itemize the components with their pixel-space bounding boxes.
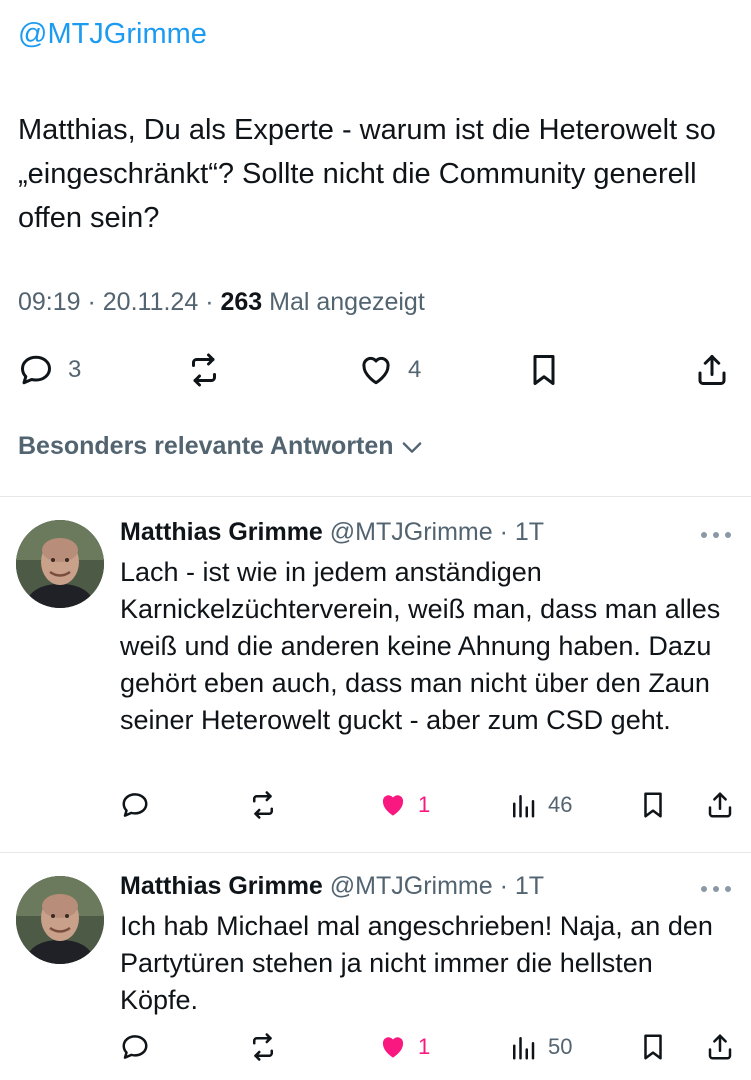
- bookmark-icon: [533, 355, 555, 385]
- view-count: 50: [548, 1034, 573, 1059]
- tweet-time[interactable]: 09:19: [18, 288, 81, 316]
- reply-icon: [122, 1035, 148, 1059]
- more-options-button[interactable]: [701, 884, 731, 894]
- avatar[interactable]: [16, 520, 104, 608]
- views-button[interactable]: 50: [508, 1032, 572, 1062]
- bookmark-button[interactable]: [638, 790, 668, 820]
- tweet-text: Matthias, Du als Experte - warum ist die…: [18, 114, 716, 234]
- like-count: 1: [418, 1034, 431, 1059]
- header-separator: ·: [492, 518, 515, 546]
- author-handle[interactable]: @MTJGrimme: [323, 872, 493, 900]
- reply-sort-selector[interactable]: Besonders relevante Antworten: [18, 432, 426, 461]
- chevron-down-icon: [402, 441, 421, 453]
- bookmark-button[interactable]: [638, 1032, 668, 1062]
- reply-age[interactable]: 1T: [515, 518, 544, 546]
- author-name[interactable]: Matthias Grimme: [120, 518, 323, 546]
- bookmark-icon: [644, 1034, 662, 1060]
- header-separator: ·: [492, 872, 515, 900]
- like-count: 4: [408, 356, 422, 383]
- reply-button[interactable]: [120, 1032, 150, 1062]
- more-dot-icon: [701, 532, 707, 538]
- reply-tweet[interactable]: Matthias Grimme @MTJGrimme · 1T Lach - i…: [0, 496, 751, 852]
- reply-action-bar: 1 50: [120, 1032, 735, 1068]
- share-button[interactable]: [694, 352, 730, 388]
- bookmark-icon: [644, 792, 662, 818]
- reply-icon: [122, 793, 148, 817]
- heart-icon: [362, 356, 390, 385]
- tweet-date[interactable]: 20.11.24: [103, 288, 198, 316]
- share-icon: [698, 355, 726, 385]
- retweet-icon: [253, 791, 273, 819]
- analytics-icon: [513, 1037, 535, 1060]
- bookmark-button[interactable]: [526, 352, 562, 388]
- reply-to-mention[interactable]: @MTJGrimme: [18, 18, 207, 51]
- tweet-action-bar: 3 4: [18, 352, 733, 392]
- reply-header: Matthias Grimme @MTJGrimme · 1T: [120, 518, 544, 547]
- retweet-button[interactable]: [186, 352, 222, 388]
- more-dot-icon: [713, 886, 719, 892]
- reply-text: Lach - ist wie in jedem anständigen Karn…: [120, 557, 721, 735]
- more-dot-icon: [701, 886, 707, 892]
- view-count: 263: [220, 288, 263, 316]
- heart-filled-icon: [382, 1037, 404, 1058]
- like-button[interactable]: 4: [358, 352, 421, 388]
- reply-count: 3: [68, 356, 82, 383]
- reply-action-bar: 1 46: [120, 790, 735, 826]
- avatar[interactable]: [16, 876, 104, 964]
- reply-sort-label: Besonders relevante Antworten: [18, 432, 394, 460]
- avatar-image: [16, 520, 104, 608]
- like-button[interactable]: 1: [378, 1032, 430, 1062]
- reply-icon: [21, 355, 51, 385]
- more-dot-icon: [725, 886, 731, 892]
- heart-filled-icon: [382, 795, 404, 816]
- author-name[interactable]: Matthias Grimme: [120, 872, 323, 900]
- more-dot-icon: [725, 532, 731, 538]
- like-button[interactable]: 1: [378, 790, 430, 820]
- like-count: 1: [418, 792, 431, 817]
- retweet-icon: [192, 353, 216, 387]
- author-handle[interactable]: @MTJGrimme: [323, 518, 493, 546]
- avatar-image: [16, 876, 104, 964]
- tweet-meta: 09:19 · 20.11.24 · 263 Mal angezeigt: [18, 288, 425, 317]
- view-count-label: Mal angezeigt: [262, 288, 425, 316]
- reply-header: Matthias Grimme @MTJGrimme · 1T: [120, 872, 544, 901]
- views-button[interactable]: 46: [508, 790, 572, 820]
- reply-age[interactable]: 1T: [515, 872, 544, 900]
- retweet-button[interactable]: [248, 1032, 278, 1062]
- retweet-icon: [253, 1033, 273, 1061]
- meta-separator: ·: [80, 288, 103, 316]
- reply-tweet[interactable]: Matthias Grimme @MTJGrimme · 1T Ich hab …: [0, 852, 751, 1080]
- retweet-button[interactable]: [248, 790, 278, 820]
- analytics-icon: [513, 795, 535, 818]
- more-options-button[interactable]: [701, 530, 731, 540]
- meta-separator: ·: [198, 288, 221, 316]
- reply-button[interactable]: 3: [18, 352, 81, 388]
- more-dot-icon: [713, 532, 719, 538]
- reply-button[interactable]: [120, 790, 150, 820]
- share-icon: [708, 792, 732, 818]
- share-icon: [708, 1034, 732, 1060]
- share-button[interactable]: [705, 790, 735, 820]
- share-button[interactable]: [705, 1032, 735, 1062]
- view-count: 46: [548, 792, 573, 817]
- reply-text: Ich hab Michael mal angeschrieben! Naja,…: [120, 911, 713, 1015]
